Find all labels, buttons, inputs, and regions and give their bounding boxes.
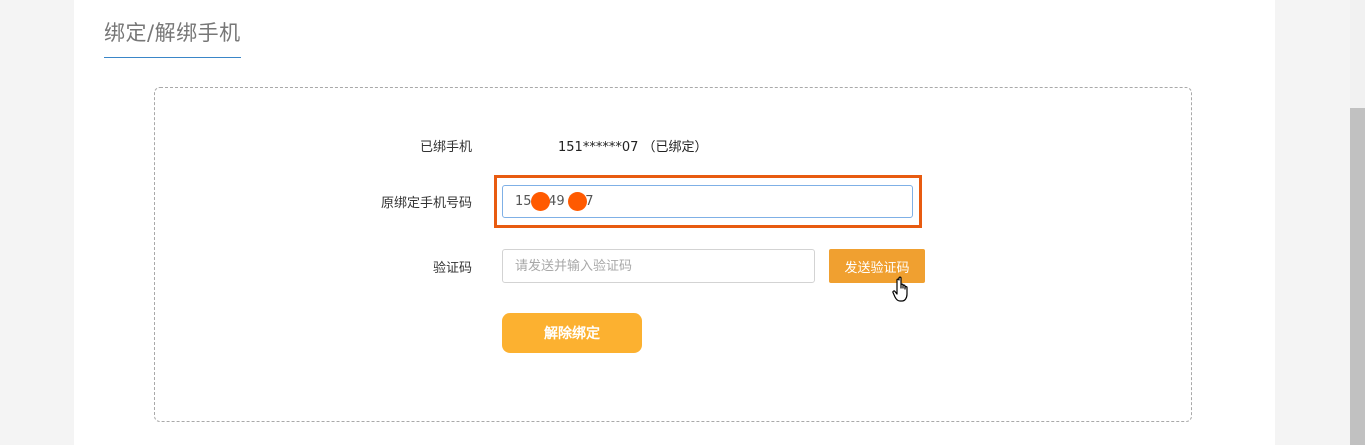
verification-code-label: 验证码: [432, 261, 472, 276]
original-phone-input[interactable]: [502, 185, 913, 218]
redaction-dot: [568, 192, 587, 211]
page-title: 绑定/解绑手机: [104, 17, 241, 58]
original-phone-label: 原绑定手机号码: [380, 196, 472, 211]
hand-pointer-icon: [892, 276, 908, 302]
scrollbar-thumb[interactable]: [1350, 108, 1365, 445]
bound-phone-value: 151******07 （已绑定）: [558, 140, 708, 155]
redaction-dot: [531, 192, 550, 211]
bound-phone-label: 已绑手机: [419, 140, 472, 155]
verification-code-input[interactable]: [502, 249, 815, 283]
unbind-button[interactable]: 解除绑定: [502, 313, 642, 353]
